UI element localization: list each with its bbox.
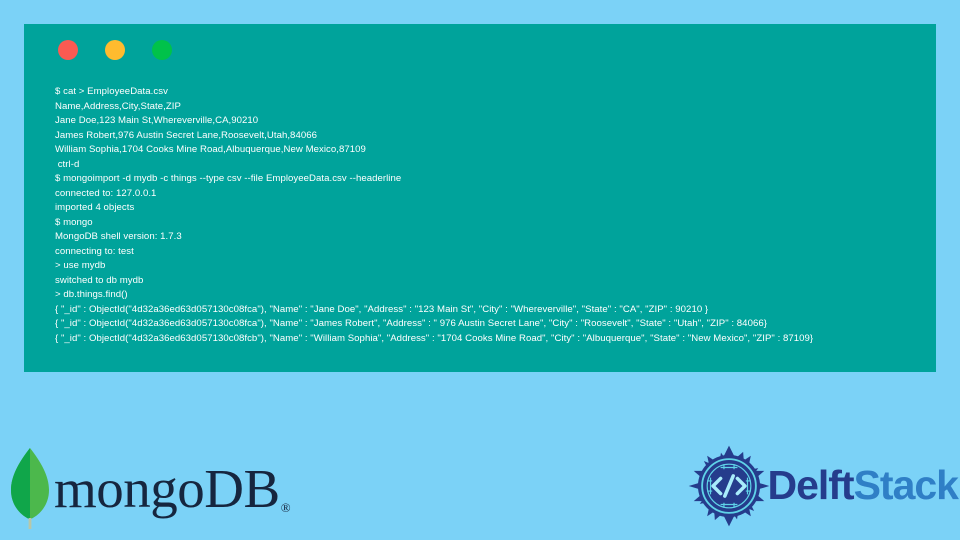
terminal-output[interactable]: $ cat > EmployeeData.csv Name,Address,Ci…	[24, 76, 936, 346]
window-close-button[interactable]	[58, 40, 78, 60]
terminal-line: { "_id" : ObjectId("4d32a36ed63d057130c0…	[55, 318, 767, 329]
terminal-line: { "_id" : ObjectId("4d32a36ed63d057130c0…	[55, 303, 709, 315]
terminal-line: Jane Doe,123 Main St,Whereverville,CA,90…	[55, 115, 259, 126]
terminal-line: switched to db mydb	[55, 274, 144, 286]
terminal-line: $ mongoimport -d mydb -c things --type c…	[55, 173, 402, 184]
window-minimize-button[interactable]	[105, 40, 125, 60]
terminal-line: ctrl-d	[55, 158, 80, 170]
terminal-window: $ cat > EmployeeData.csv Name,Address,Ci…	[24, 24, 936, 372]
terminal-line: > db.things.find()	[55, 289, 128, 300]
terminal-line: James Robert,976 Austin Secret Lane,Roos…	[55, 129, 317, 141]
terminal-line: $ mongo	[55, 216, 93, 228]
terminal-line: connected to: 127.0.0.1	[55, 187, 157, 199]
mongodb-wordmark: mongoDB®	[54, 458, 291, 519]
delftstack-wordmark-stack: Stack	[853, 461, 959, 508]
mongodb-logo: mongoDB®	[8, 444, 291, 530]
delftstack-logo: DelftStack	[687, 444, 959, 528]
terminal-line: Name,Address,City,State,ZIP	[55, 100, 181, 112]
delftstack-code-mandala-icon	[689, 445, 770, 527]
terminal-line: connecting to: test	[55, 245, 134, 257]
mongodb-wordmark-mongo: mongo	[54, 458, 205, 519]
terminal-line: imported 4 objects	[55, 202, 135, 213]
terminal-line: $ cat > EmployeeData.csv	[55, 86, 168, 97]
registered-trademark-icon: ®	[280, 500, 291, 515]
terminal-line: { "_id" : ObjectId("4d32a36ed63d057130c0…	[55, 332, 814, 344]
delftstack-wordmark-delft: Delft	[767, 461, 854, 508]
mongodb-leaf-icon	[11, 448, 49, 529]
terminal-line: William Sophia,1704 Cooks Mine Road,Albu…	[55, 144, 366, 155]
window-zoom-button[interactable]	[152, 40, 172, 60]
terminal-titlebar[interactable]	[24, 24, 936, 76]
terminal-line: MongoDB shell version: 1.7.3	[55, 231, 182, 242]
mongodb-wordmark-db: DB	[204, 458, 280, 519]
delftstack-wordmark: DelftStack	[767, 461, 959, 508]
terminal-line: > use mydb	[55, 260, 106, 271]
